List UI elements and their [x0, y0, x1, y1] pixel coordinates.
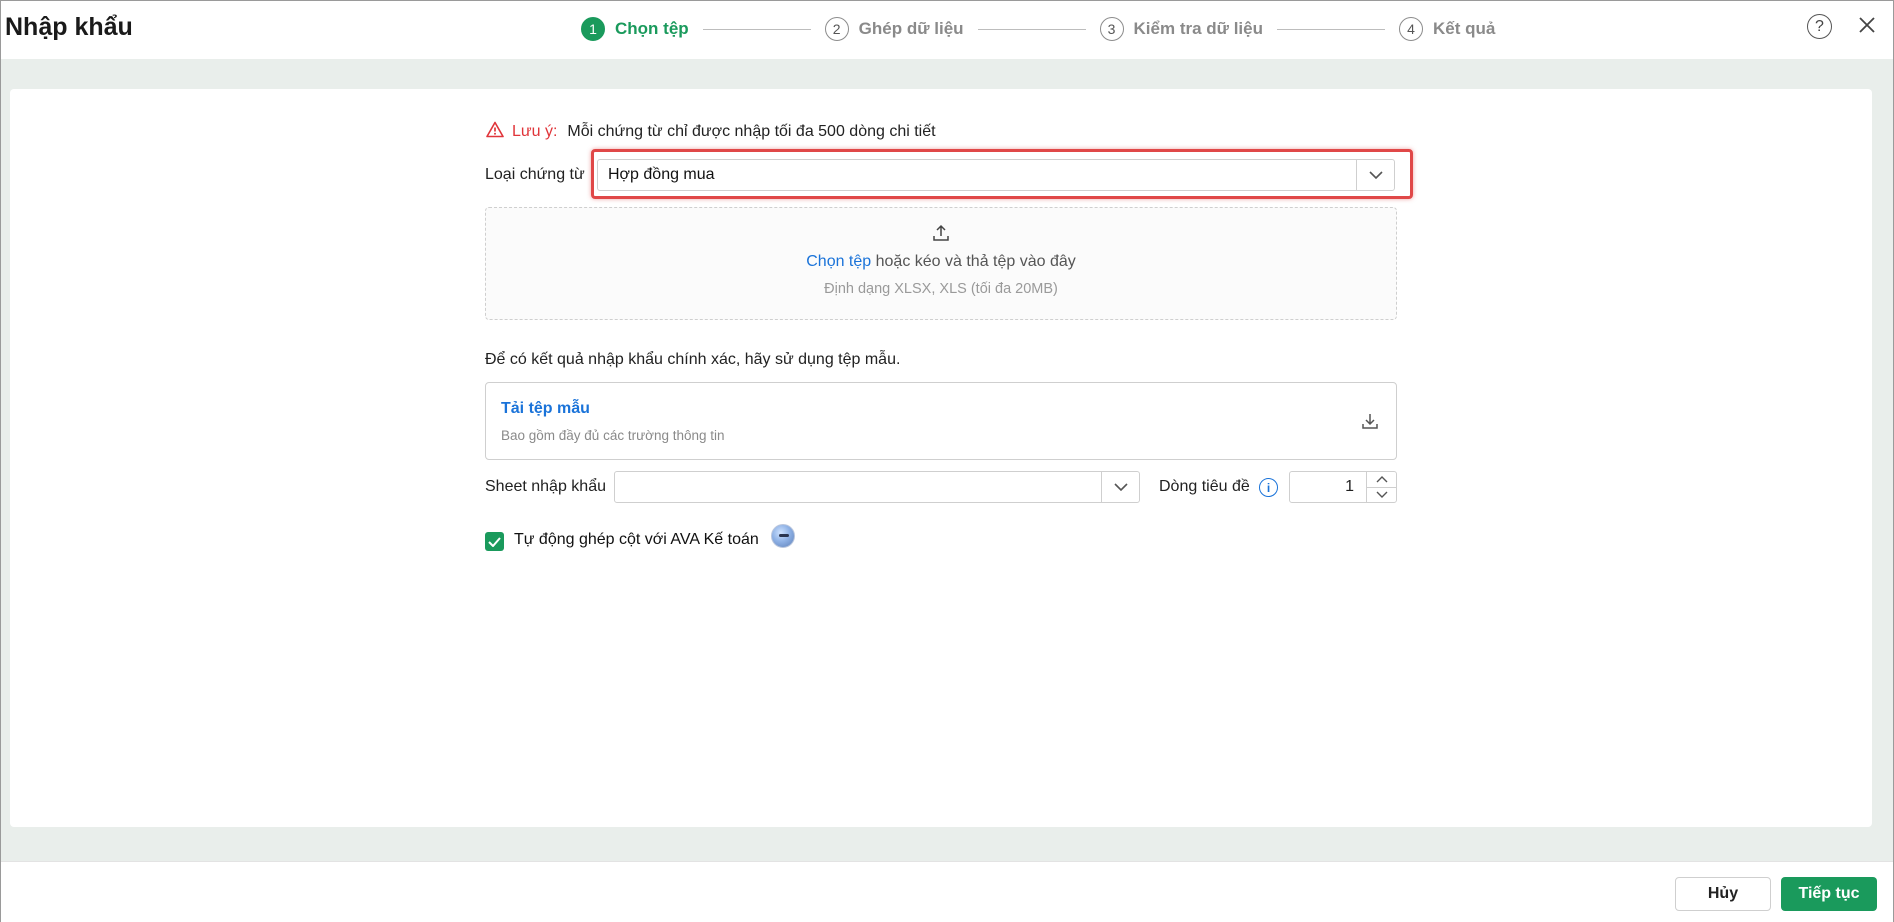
upload-icon	[932, 224, 950, 247]
download-template-card[interactable]: Tải tệp mẫu Bao gồm đầy đủ các trường th…	[485, 382, 1397, 460]
file-dropzone[interactable]: Chọn tệp hoặc kéo và thả tệp vào đây Địn…	[485, 207, 1397, 320]
download-icon[interactable]	[1361, 412, 1379, 435]
step-3-label: Kiểm tra dữ liệu	[1133, 19, 1263, 38]
dropzone-text: hoặc kéo và thả tệp vào đây	[871, 253, 1076, 270]
download-template-link[interactable]: Tải tệp mẫu	[501, 400, 590, 418]
header-row-label: Dòng tiêu đề	[1159, 478, 1250, 495]
stepper-progress: 1 Chọn tệp 2 Ghép dữ liệu 3 Kiểm tra dữ …	[581, 15, 1495, 43]
step-4-label: Kết quả	[1432, 19, 1496, 38]
dropzone-instruction: Chọn tệp hoặc kéo và thả tệp vào đây	[486, 253, 1396, 271]
step-2-number: 2	[824, 17, 849, 41]
sheet-select[interactable]	[614, 471, 1140, 503]
step-connector	[1276, 28, 1385, 30]
document-type-label: Loại chứng từ	[485, 166, 585, 183]
continue-button[interactable]: Tiếp tục	[1781, 877, 1877, 911]
step-3-number: 3	[1099, 17, 1124, 41]
template-subtitle: Bao gồm đầy đủ các trường thông tin	[501, 428, 725, 443]
sheet-value	[615, 472, 1101, 502]
chevron-down-icon[interactable]	[1101, 472, 1139, 502]
info-icon[interactable]: i	[1259, 478, 1278, 497]
step-connector	[977, 28, 1086, 30]
step-4-number: 4	[1398, 17, 1423, 41]
step-2-label: Ghép dữ liệu	[858, 19, 964, 38]
choose-file-link[interactable]: Chọn tệp	[806, 253, 871, 270]
sheet-label: Sheet nhập khẩu	[485, 478, 606, 495]
template-tip: Để có kết quả nhập khẩu chính xác, hãy s…	[485, 351, 901, 368]
auto-match-label[interactable]: Tự động ghép cột với AVA Kế toán	[514, 531, 759, 549]
header-row-stepper[interactable]: 1	[1289, 471, 1397, 503]
chevron-up-icon[interactable]	[1367, 472, 1396, 488]
cancel-button[interactable]: Hủy	[1675, 877, 1771, 911]
step-1-label: Chọn tệp	[615, 19, 689, 38]
ava-avatar-icon	[771, 524, 795, 548]
document-type-value: Hợp đồng mua	[608, 166, 715, 183]
step-connector	[702, 28, 811, 30]
header-row-value[interactable]: 1	[1290, 472, 1366, 502]
chevron-down-icon[interactable]	[1367, 488, 1396, 503]
dialog-title: Nhập khẩu	[5, 13, 133, 41]
step-1-number: 1	[581, 17, 605, 41]
note-warning-label: Lưu ý:	[512, 123, 558, 140]
dialog-footer: Hủy Tiếp tục	[1, 861, 1893, 922]
step-1: 1 Chọn tệp	[581, 17, 689, 41]
step-2: 2 Ghép dữ liệu	[824, 17, 964, 41]
import-dialog: Nhập khẩu 1 Chọn tệp 2 Ghép dữ liệu 3 Ki…	[0, 0, 1894, 922]
question-circle-icon[interactable]: ?	[1807, 14, 1832, 39]
dropzone-formats: Định dạng XLSX, XLS (tối đa 20MB)	[824, 281, 1058, 297]
document-type-select[interactable]: Hợp đồng mua	[597, 159, 1395, 191]
chevron-down-icon[interactable]	[1356, 160, 1394, 190]
step-3: 3 Kiểm tra dữ liệu	[1099, 17, 1263, 41]
close-icon[interactable]	[1855, 13, 1879, 37]
note-text: Mỗi chứng từ chỉ được nhập tối đa 500 dò…	[567, 123, 936, 140]
dialog-header: Nhập khẩu 1 Chọn tệp 2 Ghép dữ liệu 3 Ki…	[1, 1, 1893, 59]
warning-triangle-icon	[486, 121, 504, 143]
auto-match-checkbox[interactable]	[485, 532, 504, 551]
step-4: 4 Kết quả	[1398, 17, 1496, 41]
limit-note: Lưu ý: Mỗi chứng từ chỉ được nhập tối đa…	[486, 121, 936, 143]
